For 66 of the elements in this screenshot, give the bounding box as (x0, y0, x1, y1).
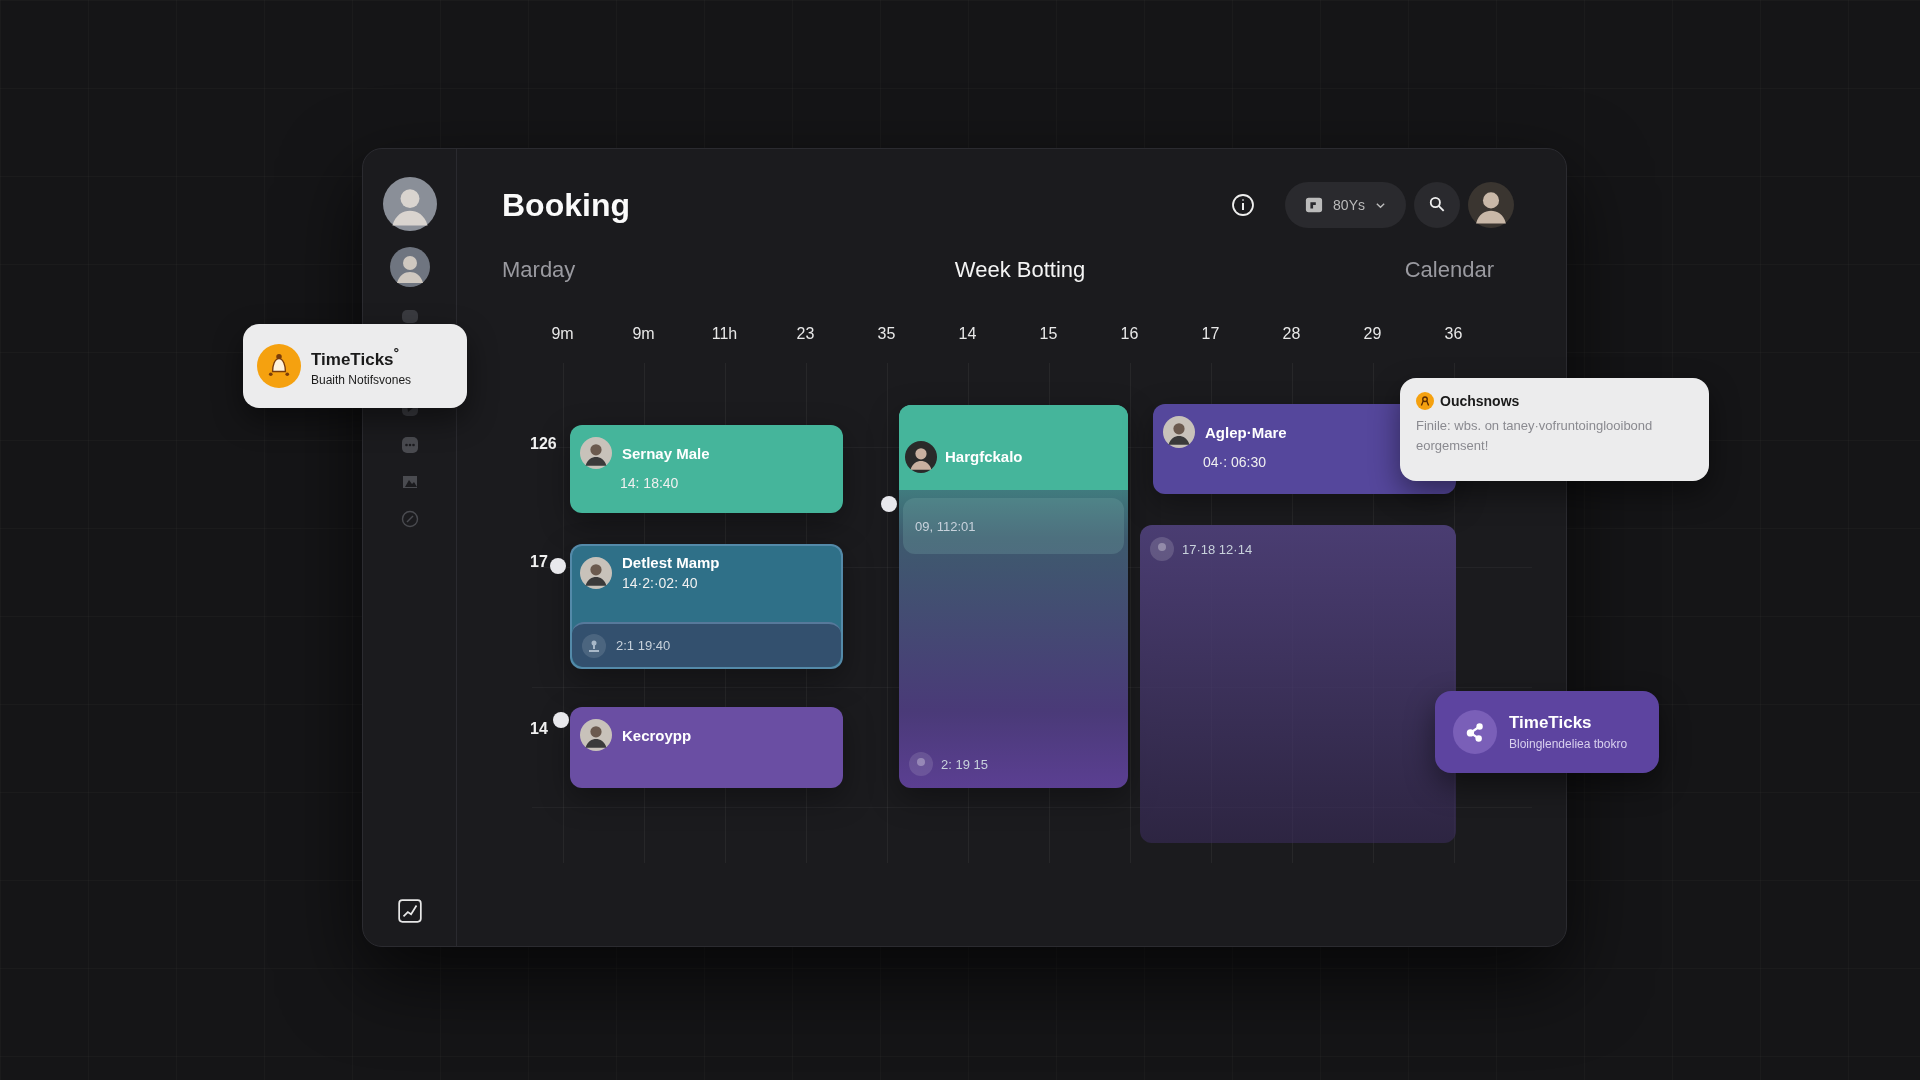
event-card[interactable]: Kecroypp (570, 707, 843, 788)
row-label: 126 (530, 435, 557, 453)
avatar-icon (580, 719, 612, 751)
event-time: 2: 19 15 (941, 756, 988, 772)
event-time: 14: 18:40 (620, 475, 680, 491)
calendar-label: Calendar (1404, 257, 1494, 283)
hour-label: 9m (550, 325, 575, 344)
hour-label: 15 (1038, 325, 1059, 344)
hour-label: 17 (1200, 325, 1221, 344)
ribbon-icon (1416, 392, 1434, 410)
notification-card[interactable]: TimeTicks$^{°}$ Buaith Notifsvones (243, 324, 467, 408)
event-column[interactable]: Hargfckalo 09, 112:01 2: 19 15 (899, 405, 1128, 788)
notification-card[interactable]: TimeTicks Bloinglendeliea tbokro (1435, 691, 1659, 773)
notification-title: TimeTicks (1509, 713, 1593, 733)
hour-label: 28 (1281, 325, 1302, 344)
event-block[interactable]: 17·18 12·14 (1140, 525, 1456, 843)
drag-handle[interactable] (553, 712, 569, 728)
avatar-icon (905, 440, 937, 473)
hour-label: 9m (631, 325, 656, 344)
row-label: 17 (530, 553, 548, 571)
notification-title: TimeTicks$^{°}$ (311, 344, 401, 370)
event-title: Kecroypp (622, 726, 692, 744)
person-icon (909, 752, 933, 776)
hour-label: 16 (1119, 325, 1140, 344)
chat-dots-icon[interactable] (399, 435, 420, 455)
avatar[interactable] (1468, 182, 1514, 228)
event-time: 17·18 12·14 (1182, 541, 1253, 557)
event-title: Sernay Male (622, 444, 710, 462)
chart-icon[interactable] (396, 898, 423, 924)
avatar-icon (1163, 416, 1195, 448)
info-button[interactable] (1231, 193, 1256, 217)
notification-text: Bloinglendeliea tbokro (1509, 737, 1628, 751)
info-icon (1231, 193, 1256, 217)
event-title: Aglep·Mare (1205, 423, 1287, 441)
hour-label: 23 (795, 325, 816, 344)
row-label: 14 (530, 720, 548, 738)
avatar-icon (580, 437, 612, 469)
event-time: 04·: 06:30 (1203, 454, 1268, 470)
person-icon (582, 633, 606, 658)
view-dropdown[interactable]: 80Ys (1285, 182, 1406, 228)
week-title: Week Botting (954, 257, 1086, 283)
page-title: Booking (502, 186, 630, 224)
calendar-icon (1305, 196, 1324, 214)
notification-card[interactable]: Ouchsnows Finile: wbs. on taney·vofruntoinglooibond eorgemsent! (1400, 378, 1709, 481)
hour-label: 29 (1362, 325, 1383, 344)
avatar-icon (580, 556, 612, 589)
hour-label: 36 (1443, 325, 1464, 344)
hour-label: 35 (876, 325, 897, 344)
event-detail: 09, 112:01 (915, 518, 976, 534)
avatar[interactable] (389, 247, 430, 287)
event-card[interactable]: Detlest Mamp 14·2:·02: 40 2:1 19:40 (570, 544, 843, 669)
drag-handle[interactable] (550, 558, 566, 574)
hour-label: 14 (957, 325, 978, 344)
search-button[interactable] (1414, 182, 1460, 228)
avatar[interactable] (382, 177, 437, 231)
event-time: 14·2:·02: 40 (622, 575, 699, 591)
drag-handle[interactable] (881, 496, 897, 512)
hour-label: 11h (710, 325, 739, 344)
event-title: Hargfckalo (945, 448, 1023, 465)
event-title: Detlest Mamp (622, 554, 720, 571)
day-label: Marday (502, 257, 576, 283)
notification-text: Buaith Notifsvones (311, 373, 412, 388)
event-detail: 2:1 19:40 (616, 638, 671, 653)
bell-icon (257, 344, 301, 388)
share-icon (1453, 710, 1497, 754)
avatar-icon (1150, 537, 1174, 561)
